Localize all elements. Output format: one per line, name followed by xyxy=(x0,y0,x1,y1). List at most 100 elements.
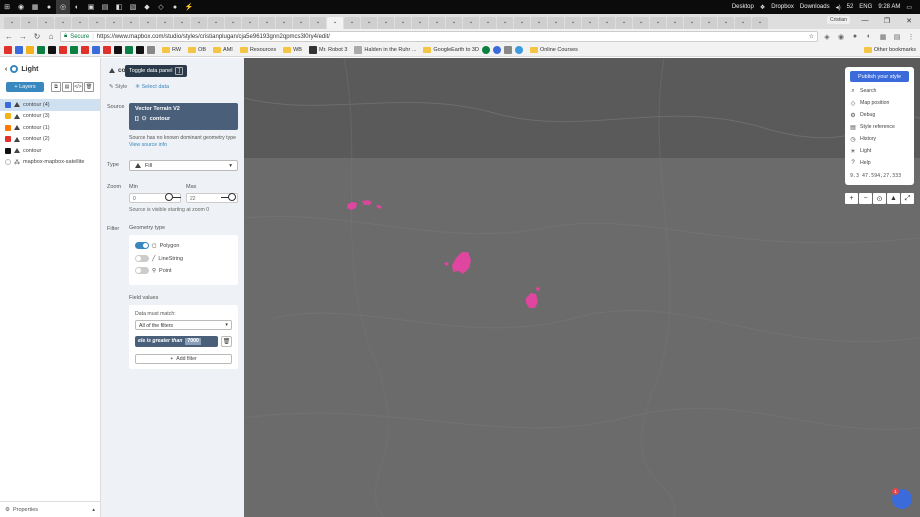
chrome-taskbar-icon[interactable]: ◎ xyxy=(56,0,70,14)
browser-tab[interactable]: ▪ xyxy=(701,17,717,29)
extension-icon[interactable]: ● xyxy=(850,32,860,42)
bookmark-folder[interactable]: AMI xyxy=(213,47,233,53)
bookmark-folder[interactable]: Resources xyxy=(239,47,276,53)
browser-tab[interactable]: ▪ xyxy=(72,17,88,29)
forward-icon[interactable]: → xyxy=(18,32,28,42)
browser-tab[interactable]: ▪ xyxy=(480,17,496,29)
map-canvas[interactable]: Publish your style ⌕ Search ◇ Map position… xyxy=(244,58,920,517)
group-icon[interactable]: ▤ xyxy=(62,82,72,92)
delete-filter-button[interactable]: 🗑︎ xyxy=(221,336,232,347)
menu-style-reference[interactable]: ▤ Style reference xyxy=(850,124,895,131)
browser-tab[interactable]: ▪ xyxy=(684,17,700,29)
taskbar-app-icon[interactable]: ▣ xyxy=(84,0,98,14)
taskbar-app-icon[interactable]: ◆ xyxy=(140,0,154,14)
browser-tab[interactable]: ▪ xyxy=(667,17,683,29)
zoom-min-input[interactable]: 0 xyxy=(129,193,181,203)
layer-item[interactable]: contour (4) xyxy=(0,99,100,111)
chevron-left-icon[interactable]: ‹ xyxy=(5,66,7,73)
gmail-icon[interactable] xyxy=(4,46,12,54)
bookmark-icon[interactable] xyxy=(59,46,67,54)
bookmark-folder[interactable]: RW xyxy=(162,47,181,53)
bookmark-link[interactable]: Halden in the Ruhr ... xyxy=(354,46,416,54)
bookmark-icon[interactable] xyxy=(103,46,111,54)
other-bookmarks[interactable]: Other bookmarks xyxy=(863,47,916,53)
browser-tab[interactable]: ▪ xyxy=(735,17,751,29)
bookmark-icon[interactable] xyxy=(15,46,23,54)
browser-tab[interactable]: ▪ xyxy=(140,17,156,29)
browser-tab[interactable]: ▪ xyxy=(599,17,615,29)
bookmark-folder[interactable]: WB xyxy=(283,47,302,53)
zoom-out-icon[interactable]: − xyxy=(859,193,872,204)
menu-map-position[interactable]: ◇ Map position xyxy=(850,100,890,107)
view-source-link[interactable]: View source info xyxy=(129,142,167,148)
code-icon[interactable]: </> xyxy=(73,82,83,92)
clock[interactable]: 9:28 AM xyxy=(878,4,900,10)
bookmark-icon[interactable] xyxy=(37,46,45,54)
tray-downloads[interactable]: Downloads xyxy=(800,4,830,10)
extension-icon[interactable]: ▦ xyxy=(878,32,888,42)
browser-tab[interactable]: ▪ xyxy=(344,17,360,29)
tab-style[interactable]: ✎ Style xyxy=(109,84,127,90)
browser-tab[interactable]: ▪ xyxy=(174,17,190,29)
browser-tab[interactable]: ▪ xyxy=(446,17,462,29)
taskbar-app-icon[interactable]: ◧ xyxy=(112,0,126,14)
bookmark-link[interactable]: Mr. Robot 3 xyxy=(308,46,347,54)
browser-tab[interactable]: ▪ xyxy=(4,17,20,29)
bookmark-icon[interactable] xyxy=(26,46,34,54)
layer-item[interactable]: contour (1) xyxy=(0,122,100,134)
extension-icon[interactable]: ◈ xyxy=(822,32,832,42)
browser-tab[interactable]: ▪ xyxy=(565,17,581,29)
bookmark-icon[interactable] xyxy=(48,46,56,54)
tray-dropbox[interactable]: Dropbox xyxy=(771,4,794,10)
browser-tab[interactable]: ▪ xyxy=(21,17,37,29)
browser-tab[interactable]: ▪ xyxy=(752,17,768,29)
bookmark-icon[interactable] xyxy=(503,46,512,54)
source-card[interactable]: Vector Terrain V2 [] ⚇ contour xyxy=(129,103,238,130)
star-icon[interactable]: ☆ xyxy=(809,33,814,40)
reload-icon[interactable]: ↻ xyxy=(32,32,42,42)
zoom-in-icon[interactable]: + xyxy=(845,193,858,204)
bookmark-icon[interactable] xyxy=(492,46,501,54)
menu-search[interactable]: ⌕ Search xyxy=(850,88,876,95)
notifications-icon[interactable]: ▭ xyxy=(906,4,912,11)
taskbar-app-icon[interactable]: ◐ xyxy=(70,0,84,14)
bookmark-folder[interactable]: GoogleEarth to 3D xyxy=(423,47,479,53)
close-icon[interactable]: ✕ xyxy=(898,14,920,27)
browser-tab[interactable]: ▪ xyxy=(310,17,326,29)
extension-icon[interactable]: ▤ xyxy=(892,32,902,42)
filter-expression[interactable]: ele is greater than 7000 xyxy=(135,336,218,347)
menu-help[interactable]: ? Help xyxy=(850,160,870,166)
dropbox-icon[interactable]: ❖ xyxy=(760,4,765,11)
bookmark-icon[interactable] xyxy=(92,46,100,54)
profile-button[interactable]: Cristian xyxy=(827,16,850,24)
browser-tab[interactable]: ▪ xyxy=(378,17,394,29)
menu-debug[interactable]: ⚙ Debug xyxy=(850,112,875,119)
fullscreen-icon[interactable]: ⤢ xyxy=(901,193,914,204)
browser-tab[interactable]: ▪ xyxy=(412,17,428,29)
bookmark-icon[interactable] xyxy=(136,46,144,54)
duplicate-icon[interactable]: ⧉ xyxy=(51,82,61,92)
browser-tab[interactable]: ▪ xyxy=(395,17,411,29)
add-layer-button[interactable]: + Layers xyxy=(6,82,44,92)
browser-tab[interactable]: ▪ xyxy=(429,17,445,29)
tray-desktop[interactable]: Desktop xyxy=(732,4,754,10)
layer-item[interactable]: contour xyxy=(0,145,100,157)
extension-icon[interactable]: ◉ xyxy=(836,32,846,42)
tab-select-data[interactable]: ⁜ Select data xyxy=(135,84,169,90)
browser-tab[interactable]: ▪ xyxy=(242,17,258,29)
inspect-icon[interactable]: ⊙ xyxy=(873,193,886,204)
volume-icon[interactable]: ◂) xyxy=(836,4,841,11)
taskbar-app-icon[interactable]: ◉ xyxy=(14,0,28,14)
properties-footer[interactable]: ⚙ Properties ▴ xyxy=(0,501,100,517)
trash-icon[interactable]: 🗑︎ xyxy=(84,82,94,92)
add-filter-button[interactable]: + Add filter xyxy=(135,354,232,364)
extension-icon[interactable]: ◐ xyxy=(864,32,874,42)
zoom-max-slider[interactable] xyxy=(228,193,236,201)
polygon-toggle[interactable] xyxy=(135,242,149,249)
bookmark-icon[interactable] xyxy=(514,46,523,54)
home-icon[interactable]: ⌂ xyxy=(46,32,56,42)
bookmark-icon[interactable] xyxy=(147,46,155,54)
bookmark-icon[interactable] xyxy=(125,46,133,54)
browser-tab[interactable]: ▪ xyxy=(208,17,224,29)
address-bar[interactable]: 🔒︎ Secure | https://www.mapbox.com/studi… xyxy=(60,31,818,42)
